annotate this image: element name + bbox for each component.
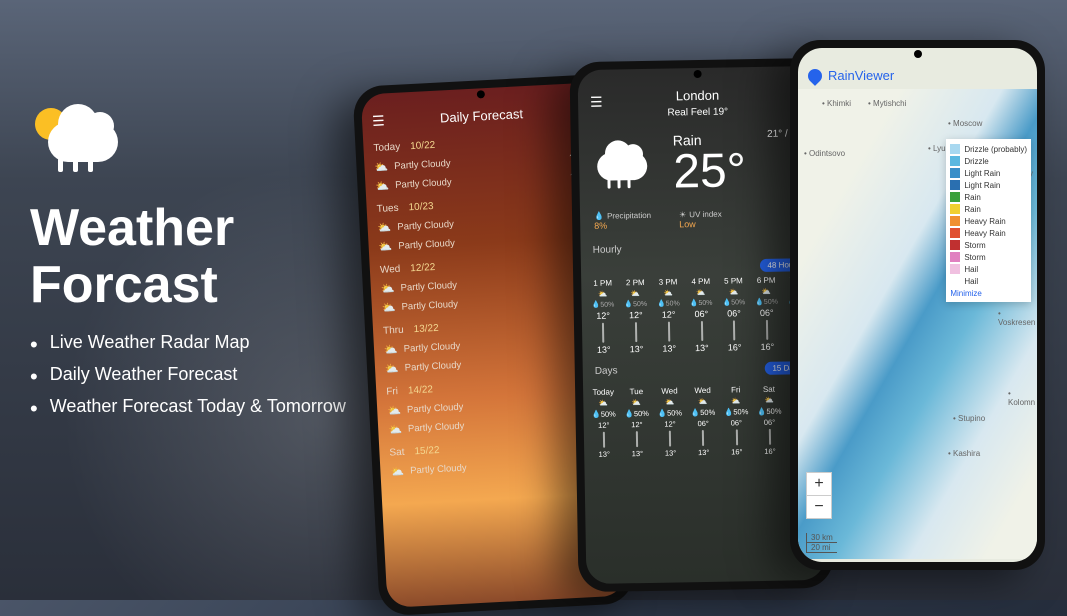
cloud-icon: ⛅	[729, 287, 738, 296]
cloud-icon: ⛅	[598, 290, 607, 299]
legend-row: Light Rain	[950, 179, 1027, 191]
map-city-label: • Kolomn	[1008, 389, 1037, 407]
hourly-forecast-item[interactable]: 5 PM⛅💧50%06°16°	[718, 276, 750, 353]
feature-item: Live Weather Radar Map	[30, 332, 346, 358]
hourly-forecast-strip[interactable]: 1 PM⛅💧50%12°13°2 PM⛅💧50%12°13°3 PM⛅💧50%1…	[581, 275, 821, 355]
map-scale: 30 km 20 mi	[806, 533, 837, 553]
cloud-icon: ⛅	[375, 179, 389, 193]
cloud-icon: ⛅	[387, 404, 401, 418]
cloud-icon: ⛅	[388, 423, 402, 437]
raindrop-icon	[805, 66, 825, 86]
map-city-label: • Odintsovo	[804, 149, 845, 158]
cloud-icon: ⛅	[762, 287, 771, 296]
map-city-label: • Khimki	[822, 99, 851, 108]
phone-rainviewer-map: RainViewer • Khimki• Mytishchi• Moscow• …	[790, 40, 1045, 570]
legend-row: Storm	[950, 239, 1027, 251]
hourly-forecast-item[interactable]: 1 PM⛅💧50%12°13°	[587, 278, 619, 355]
legend-row: Heavy Rain	[950, 227, 1027, 239]
weather-logo-icon	[30, 100, 120, 190]
map-city-label: • Stupino	[953, 414, 985, 423]
daily-forecast-item[interactable]: Fri⛅💧50%06°16°	[720, 385, 753, 457]
cloud-icon: ⛅	[599, 399, 608, 408]
map-city-label: • Kashira	[948, 449, 980, 458]
legend-row: Heavy Rain	[950, 215, 1027, 227]
legend-row: Hail	[950, 275, 1027, 287]
legend-row: Rain	[950, 191, 1027, 203]
hourly-forecast-item[interactable]: 4 PM⛅💧50%06°13°	[685, 277, 717, 354]
cloud-icon: ⛅	[384, 343, 398, 357]
precipitation-icon: 💧	[594, 212, 604, 221]
legend-row: Hail	[950, 263, 1027, 275]
hourly-forecast-item[interactable]: 6 PM⛅💧50%06°16°	[751, 276, 783, 353]
cloud-icon: ⛅	[390, 465, 404, 479]
cloud-icon: ⛅	[665, 397, 674, 406]
precipitation-stat: 💧Precipitation 8%	[594, 211, 651, 231]
legend-row: Rain	[950, 203, 1027, 215]
cloud-icon: ⛅	[382, 301, 396, 315]
zoom-out-button[interactable]: −	[807, 496, 831, 518]
cloud-icon: ⛅	[378, 240, 392, 254]
menu-icon[interactable]: ☰	[590, 94, 603, 111]
uv-icon: ☀	[679, 210, 686, 219]
legend-row: Drizzle (probably)	[950, 143, 1027, 155]
daily-forecast-strip[interactable]: Today⛅💧50%12°13°Tue⛅💧50%12°13°Wed⛅💧50%12…	[583, 380, 823, 459]
hourly-forecast-item[interactable]: 2 PM⛅💧50%12°13°	[620, 278, 652, 355]
rain-legend: Drizzle (probably)DrizzleLight RainLight…	[946, 139, 1031, 302]
cloud-icon: ⛅	[663, 288, 672, 297]
rain-cloud-icon	[593, 140, 654, 191]
daily-forecast-item[interactable]: Tue⛅💧50%12°13°	[620, 387, 653, 459]
cloud-icon: ⛅	[374, 160, 388, 174]
cloud-icon: ⛅	[696, 288, 705, 297]
days-label: Days	[595, 365, 618, 376]
cloud-icon: ⛅	[764, 396, 773, 405]
zoom-in-button[interactable]: +	[807, 473, 831, 496]
map-city-label: • Voskresen	[998, 309, 1037, 327]
daily-forecast-item[interactable]: Wed⛅💧50%06°13°	[686, 386, 719, 458]
legend-row: Light Rain	[950, 167, 1027, 179]
cloud-icon: ⛅	[731, 396, 740, 405]
city-name: London	[590, 86, 805, 105]
cloud-icon: ⛅	[381, 282, 395, 296]
cloud-icon: ⛅	[631, 289, 640, 298]
map-city-label: • Mytishchi	[868, 99, 906, 108]
zoom-control: + −	[806, 472, 832, 519]
hourly-forecast-item[interactable]: 3 PM⛅💧50%12°13°	[653, 277, 685, 354]
hero-panel: Weather Forcast Live Weather Radar Map D…	[30, 100, 346, 428]
cloud-icon: ⛅	[385, 362, 399, 376]
hourly-label: Hourly	[593, 244, 622, 256]
map-city-label: • Moscow	[948, 119, 982, 128]
hero-title: Weather Forcast	[30, 200, 346, 314]
cloud-icon: ⛅	[698, 397, 707, 406]
menu-icon[interactable]: ☰	[372, 112, 385, 130]
hero-features: Live Weather Radar Map Daily Weather For…	[30, 332, 346, 422]
legend-row: Storm	[950, 251, 1027, 263]
feature-item: Daily Weather Forecast	[30, 364, 346, 390]
daily-forecast-item[interactable]: Today⛅💧50%12°13°	[587, 387, 620, 459]
uv-stat: ☀UV index Low	[679, 210, 722, 230]
minimize-button[interactable]: Minimize	[950, 289, 1027, 298]
cloud-icon: ⛅	[377, 221, 391, 235]
current-temp: 25°	[673, 147, 746, 196]
daily-forecast-item[interactable]: Sat⛅💧50%06°16°	[753, 385, 786, 457]
daily-forecast-item[interactable]: Wed⛅💧50%12°13°	[653, 386, 686, 458]
radar-map[interactable]: • Khimki • Mytishchi • Moscow • Odintsovo • …	[798, 89, 1037, 559]
cloud-icon: ⛅	[632, 398, 641, 407]
legend-row: Drizzle	[950, 155, 1027, 167]
feature-item: Weather Forecast Today & Tomorrow	[30, 396, 346, 422]
